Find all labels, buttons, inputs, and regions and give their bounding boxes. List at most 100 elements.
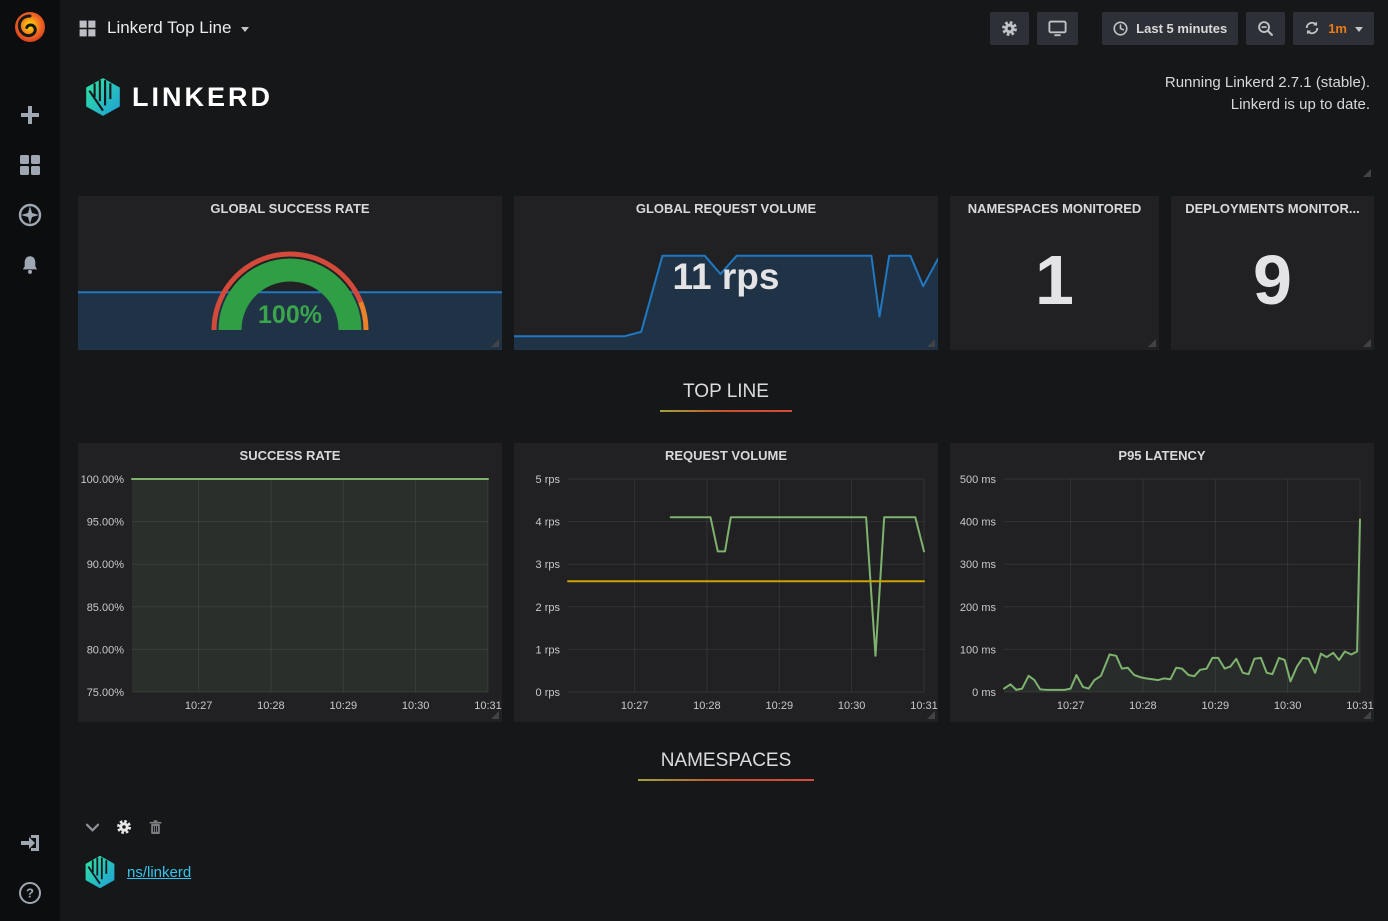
linkerd-logo-icon [82, 76, 124, 118]
navbar-controls: Last 5 minutes 1m [990, 12, 1374, 45]
linkerd-logo-icon [82, 854, 118, 890]
refresh-button[interactable]: 1m [1293, 12, 1374, 45]
stats-row: GLOBAL SUCCESS RATE 100% GLOBAL REQUEST … [78, 196, 1374, 350]
panel-title[interactable]: REQUEST VOLUME [514, 443, 938, 469]
svg-text:5 rps: 5 rps [536, 474, 561, 486]
time-range-label: Last 5 minutes [1136, 21, 1227, 36]
row-title-label: NAMESPACES [647, 750, 806, 772]
svg-text:100.00%: 100.00% [81, 474, 125, 486]
dashboard-grid-icon [78, 19, 97, 38]
dashboard-title: Linkerd Top Line [107, 18, 231, 38]
version-line-1: Running Linkerd 2.7.1 (stable). [1165, 72, 1370, 94]
svg-text:300 ms: 300 ms [960, 559, 997, 571]
grafana-app: ? Linkerd Top Line [0, 0, 1388, 921]
svg-text:10:29: 10:29 [330, 700, 358, 712]
svg-text:?: ? [26, 886, 34, 901]
refresh-interval-label: 1m [1328, 21, 1347, 36]
linkerd-logo-text: LINKERD [132, 82, 273, 113]
success-rate-chart: 75.00% 80.00% 85.00% 90.00% 95.00% 100.00% 10:… [78, 471, 502, 722]
svg-text:200 ms: 200 ms [960, 602, 997, 614]
svg-text:0 rps: 0 rps [536, 687, 561, 699]
svg-text:500 ms: 500 ms [960, 474, 997, 486]
svg-text:0 ms: 0 ms [972, 687, 996, 699]
panel-p95-latency-chart: P95 LATENCY 0 ms 100 ms 200 ms 300 ms 400 ms… [950, 443, 1374, 722]
refresh-icon [1304, 20, 1320, 36]
charts-row: SUCCESS RATE 75.00% 80.00% 85.00% 90.00% 95.… [78, 443, 1374, 722]
row-title-top-line[interactable]: TOP LINE [78, 350, 1374, 443]
sidebar-menu [18, 103, 42, 277]
sign-in-icon[interactable] [18, 831, 42, 855]
namespace-row: ns/linkerd [78, 854, 1374, 890]
svg-text:85.00%: 85.00% [87, 602, 125, 614]
svg-text:100 ms: 100 ms [960, 644, 997, 656]
panel-resize-handle[interactable] [927, 711, 935, 719]
row-title-underline [638, 779, 815, 781]
gear-icon [1001, 20, 1018, 37]
panel-resize-handle[interactable] [491, 339, 499, 347]
svg-text:3 rps: 3 rps [536, 559, 561, 571]
zoom-out-button[interactable] [1246, 12, 1285, 45]
row-settings-gear-icon[interactable] [116, 819, 132, 835]
explore-compass-icon[interactable] [18, 203, 42, 227]
grafana-logo[interactable] [11, 8, 49, 51]
panel-title[interactable]: GLOBAL SUCCESS RATE [78, 196, 502, 222]
panel-resize-handle[interactable] [1363, 339, 1371, 347]
dashboard-settings-button[interactable] [990, 12, 1029, 45]
sidebar: ? [0, 0, 60, 921]
svg-text:10:27: 10:27 [621, 700, 649, 712]
panel-title[interactable]: DEPLOYMENTS MONITOR... [1171, 196, 1374, 222]
dashboards-icon[interactable] [18, 153, 42, 177]
tv-mode-button[interactable] [1037, 12, 1078, 45]
row-delete-trash-icon[interactable] [149, 820, 162, 835]
request-volume-chart: 0 rps 1 rps 2 rps 3 rps 4 rps 5 rps 10:27 10:28… [514, 471, 938, 722]
svg-text:100%: 100% [258, 301, 322, 329]
panel-title[interactable]: GLOBAL REQUEST VOLUME [514, 196, 938, 222]
svg-text:4 rps: 4 rps [536, 517, 561, 529]
svg-text:10:30: 10:30 [838, 700, 866, 712]
help-icon[interactable]: ? [18, 881, 42, 905]
create-plus-icon[interactable] [18, 103, 42, 127]
alerting-bell-icon[interactable] [18, 253, 42, 277]
svg-text:10:30: 10:30 [1274, 700, 1302, 712]
namespace-link[interactable]: ns/linkerd [127, 864, 191, 881]
main-area: Linkerd Top Line [60, 0, 1388, 921]
svg-text:75.00%: 75.00% [87, 687, 125, 699]
panel-resize-handle[interactable] [491, 711, 499, 719]
panel-global-request-volume: GLOBAL REQUEST VOLUME 11 rps [514, 196, 938, 350]
dashboard-title-button[interactable]: Linkerd Top Line [78, 18, 249, 38]
sidebar-bottom: ? [18, 831, 42, 905]
dashboard: LINKERD Running Linkerd 2.7.1 (stable). … [60, 56, 1388, 921]
svg-text:10:28: 10:28 [693, 700, 721, 712]
collapse-chevron-icon[interactable] [86, 823, 99, 832]
monitor-icon [1048, 20, 1067, 37]
panel-title[interactable]: SUCCESS RATE [78, 443, 502, 469]
magnifier-minus-icon [1257, 20, 1274, 37]
svg-text:10:27: 10:27 [185, 700, 213, 712]
panel-title[interactable]: NAMESPACES MONITORED [950, 196, 1159, 222]
success-rate-gauge: 100% [190, 231, 390, 342]
panel-resize-handle[interactable] [1363, 711, 1371, 719]
linkerd-brand: LINKERD [82, 76, 273, 118]
svg-text:10:30: 10:30 [402, 700, 430, 712]
version-line-2: Linkerd is up to date. [1165, 94, 1370, 116]
svg-text:10:29: 10:29 [766, 700, 794, 712]
svg-text:1 rps: 1 rps [536, 644, 561, 656]
panel-resize-handle[interactable] [1363, 169, 1371, 177]
svg-text:2 rps: 2 rps [536, 602, 561, 614]
p95-latency-chart: 0 ms100 ms200 ms300 ms400 ms500 ms10:271… [950, 471, 1374, 722]
refresh-caret-icon [1355, 27, 1363, 32]
panel-namespaces-monitored: NAMESPACES MONITORED 1 [950, 196, 1159, 350]
title-caret-icon [241, 27, 249, 32]
panel-resize-handle[interactable] [1148, 339, 1156, 347]
svg-text:400 ms: 400 ms [960, 517, 997, 529]
linkerd-header-panel: LINKERD Running Linkerd 2.7.1 (stable). … [78, 62, 1374, 180]
svg-text:95.00%: 95.00% [87, 517, 125, 529]
row-title-namespaces[interactable]: NAMESPACES [78, 722, 1374, 808]
linkerd-version-text: Running Linkerd 2.7.1 (stable). Linkerd … [1165, 72, 1370, 116]
panel-global-success-rate: GLOBAL SUCCESS RATE 100% [78, 196, 502, 350]
panel-resize-handle[interactable] [927, 339, 935, 347]
time-range-button[interactable]: Last 5 minutes [1102, 12, 1238, 45]
svg-text:80.00%: 80.00% [87, 644, 125, 656]
svg-text:90.00%: 90.00% [87, 559, 125, 571]
panel-title[interactable]: P95 LATENCY [950, 443, 1374, 469]
